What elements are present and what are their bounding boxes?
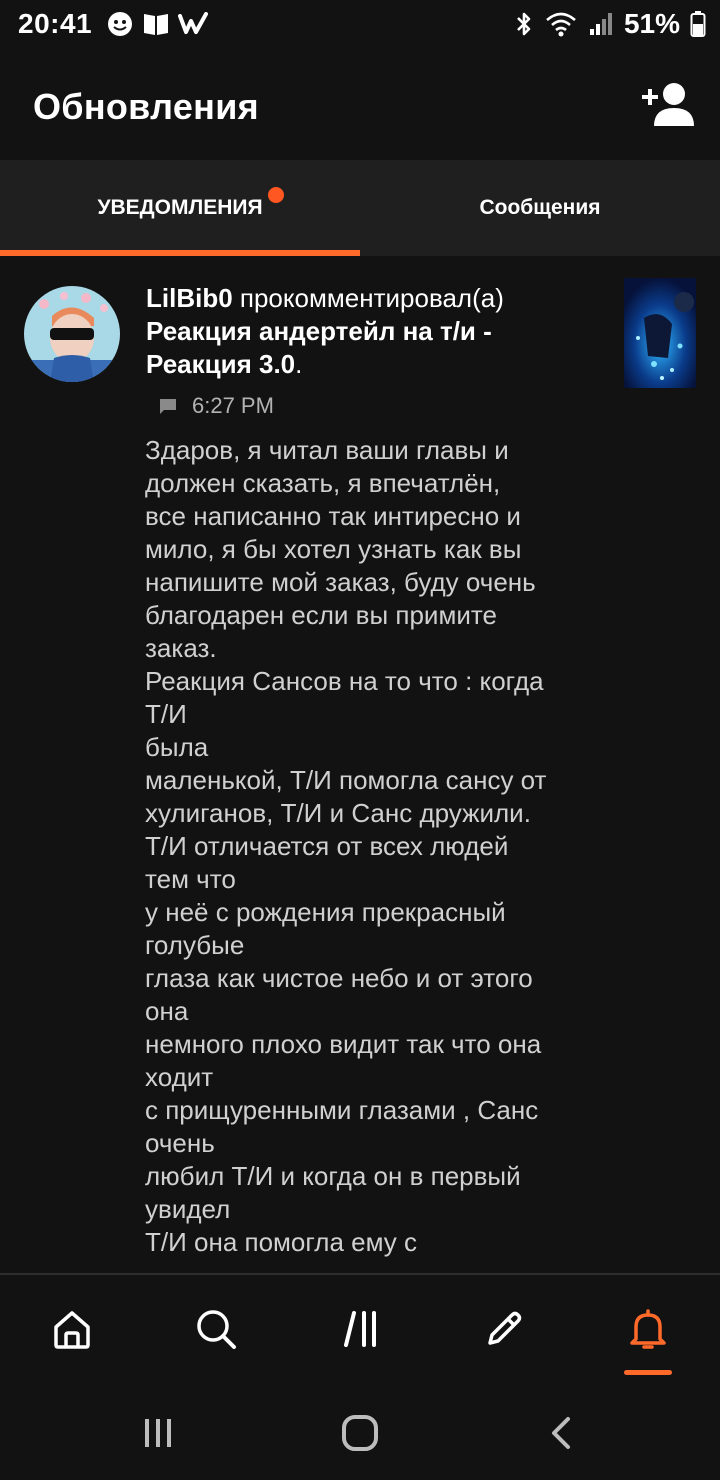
action-text: прокомментировал(а) [232, 283, 504, 313]
notification-meta: 6:27 PM [158, 393, 274, 419]
page-title: Обновления [33, 86, 259, 127]
bottom-navigation [0, 1275, 720, 1385]
home-icon [54, 1311, 90, 1349]
w-app-icon [178, 12, 208, 34]
nav-home[interactable] [42, 1299, 102, 1359]
battery-icon [690, 11, 706, 37]
tab-notifications-label: УВЕДОМЛЕНИЯ [97, 196, 263, 219]
notification-item[interactable]: LilBib0 прокомментировал(а) Реакция анде… [0, 256, 720, 1274]
status-time: 20:41 [18, 8, 93, 39]
write-icon [488, 1311, 522, 1345]
back-icon [552, 1417, 570, 1449]
wifi-icon [546, 12, 576, 37]
title-suffix: . [295, 349, 303, 379]
tab-messages[interactable]: Сообщения [360, 160, 720, 256]
app-header: Обновления [0, 52, 720, 160]
add-user-icon [642, 83, 694, 126]
tab-notifications[interactable]: УВЕДОМЛЕНИЯ [0, 160, 360, 256]
story-title-link[interactable]: Реакция андертейл на т/и - Реакция 3.0 [146, 316, 492, 379]
notification-headline: LilBib0 прокомментировал(а) Реакция анде… [146, 282, 596, 381]
system-navigation [0, 1385, 720, 1480]
recent-apps-button[interactable] [134, 1409, 182, 1457]
notification-time: 6:27 PM [192, 393, 274, 418]
battery-percent: 51% [623, 8, 680, 39]
commenter-username[interactable]: LilBib0 [146, 283, 233, 313]
tab-bar: УВЕДОМЛЕНИЯ Сообщения [0, 160, 720, 256]
avatar[interactable] [24, 286, 120, 382]
search-icon [197, 1310, 236, 1349]
face-icon [108, 12, 132, 36]
nav-search[interactable] [186, 1299, 246, 1359]
signal-icon [589, 13, 612, 35]
add-user-button[interactable] [640, 80, 696, 128]
library-icon [344, 1311, 376, 1347]
status-bar: 20:41 51% [0, 0, 720, 52]
comment-text: Здаров, я читал ваши главы и должен сказ… [145, 435, 547, 1257]
home-button[interactable] [336, 1409, 384, 1457]
bluetooth-icon [517, 12, 531, 36]
recent-apps-icon [145, 1419, 171, 1447]
active-nav-indicator [624, 1370, 672, 1375]
nav-write[interactable] [474, 1299, 534, 1359]
nav-notifications[interactable] [618, 1299, 678, 1359]
tab-messages-label: Сообщения [479, 196, 601, 219]
nav-library[interactable] [332, 1299, 392, 1359]
book-icon [144, 14, 168, 35]
comment-icon [160, 399, 176, 414]
back-button[interactable] [538, 1409, 586, 1457]
bell-icon [630, 1309, 666, 1349]
story-cover-thumbnail[interactable] [624, 278, 696, 388]
notification-badge [268, 187, 284, 203]
home-circle-icon [342, 1415, 378, 1451]
